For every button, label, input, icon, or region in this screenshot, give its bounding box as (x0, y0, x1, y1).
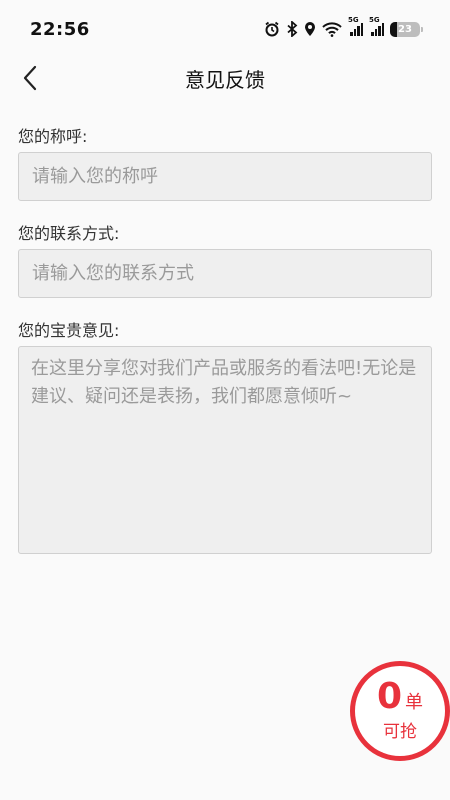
cellular-signal-1-icon: 5G (348, 16, 363, 36)
contact-input[interactable] (18, 249, 432, 298)
status-icons: 5G 5G 23 (264, 16, 423, 37)
orders-caption: 可抢 (383, 721, 417, 742)
feedback-textarea[interactable] (18, 346, 432, 554)
orders-count: 0 (376, 675, 403, 717)
name-label: 您的称呼: (18, 127, 88, 146)
name-input[interactable] (18, 152, 432, 201)
network-type-2: 5G (369, 16, 380, 24)
status-time: 22:56 (30, 18, 90, 40)
bluetooth-icon (286, 21, 298, 37)
battery-icon: 23 (390, 21, 423, 37)
orders-unit: 单 (405, 691, 424, 713)
available-orders-button[interactable]: 0 单 可抢 (350, 661, 450, 761)
nav-bar: 意见反馈 (0, 58, 450, 98)
contact-label: 您的联系方式: (18, 224, 120, 243)
orders-count-row: 0 单 (376, 675, 424, 717)
cellular-signal-2-icon: 5G (369, 16, 384, 36)
page-title: 意见反馈 (185, 68, 265, 92)
status-bar: 22:56 5G 5G 23 (0, 0, 450, 58)
network-type-1: 5G (348, 16, 359, 24)
alarm-icon (264, 21, 280, 37)
location-icon (304, 21, 316, 37)
battery-level: 23 (398, 23, 412, 35)
wifi-icon (322, 21, 342, 37)
feedback-label: 您的宝贵意见: (18, 321, 120, 340)
